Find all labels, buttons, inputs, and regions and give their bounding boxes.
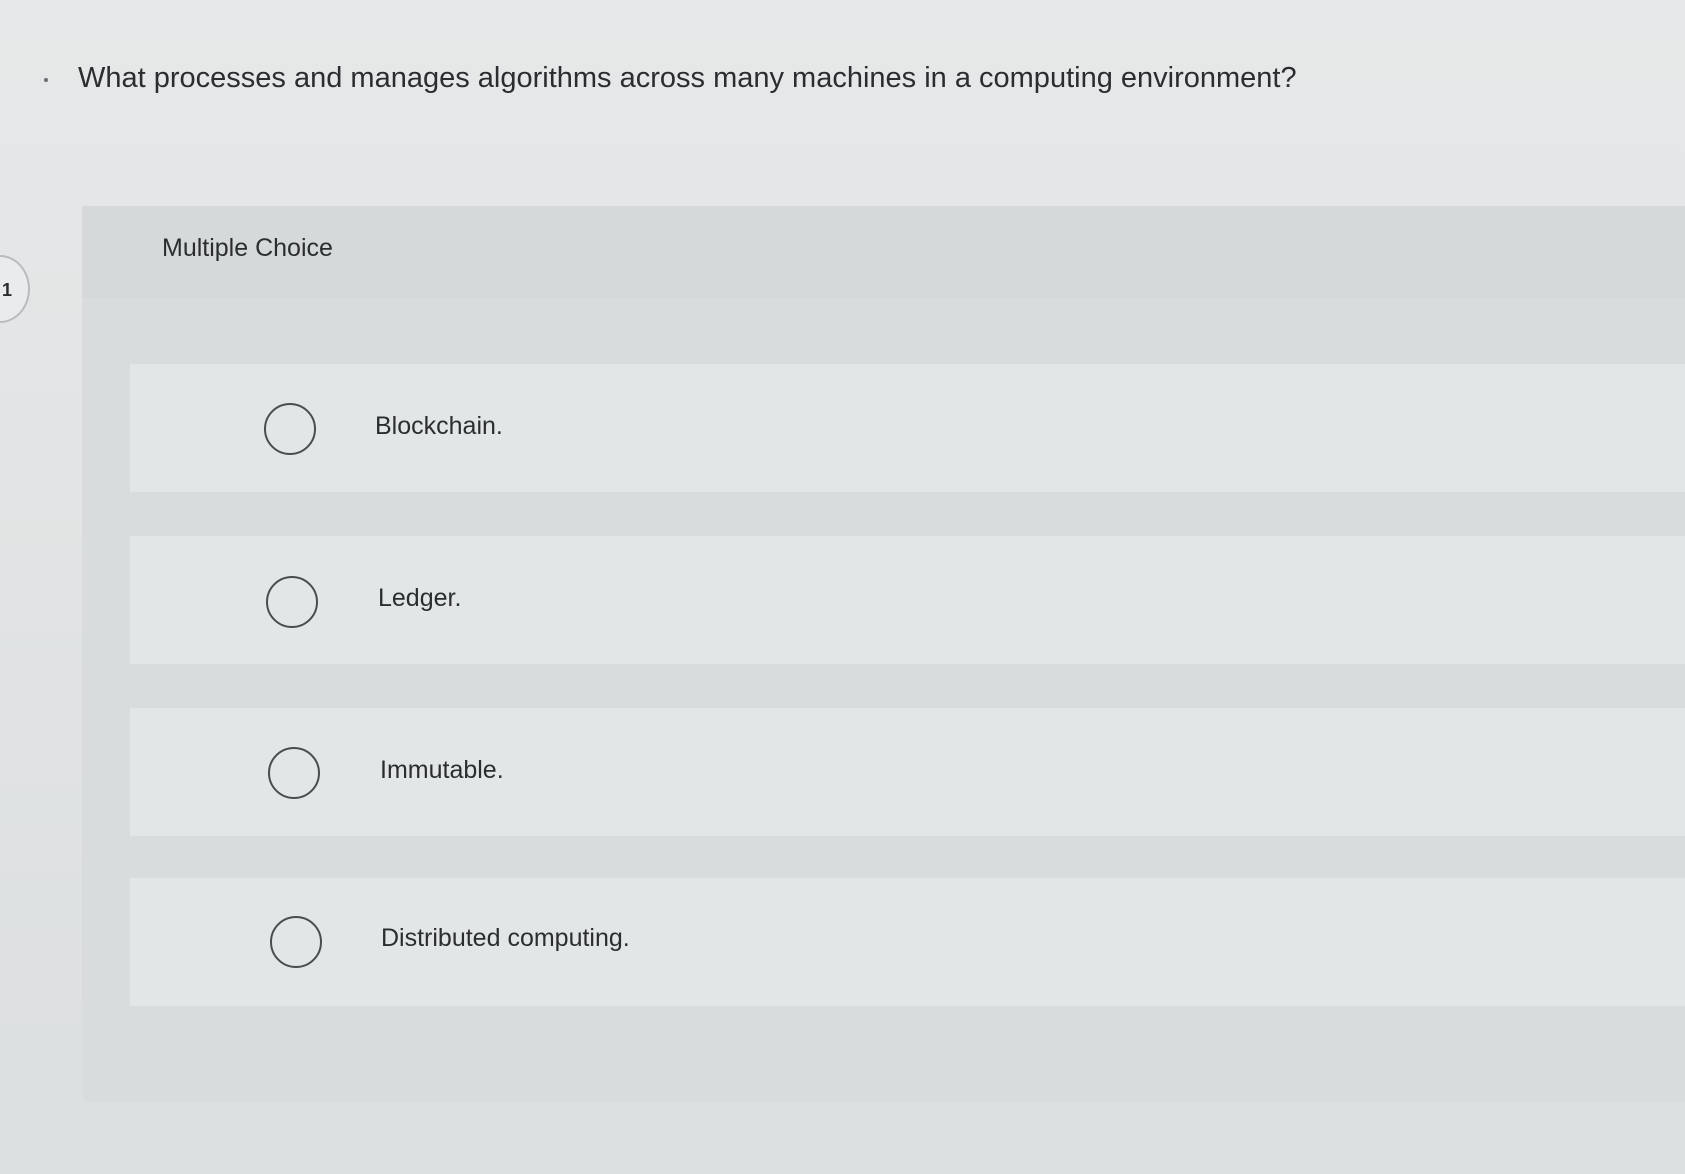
radio-button-blockchain[interactable] bbox=[264, 403, 316, 455]
option-label-immutable: Immutable. bbox=[380, 756, 504, 784]
option-row-distributed-computing[interactable]: Distributed computing. bbox=[130, 878, 1685, 1006]
panel-header: Multiple Choice bbox=[82, 206, 1685, 298]
option-label-blockchain: Blockchain. bbox=[375, 412, 503, 440]
option-row-blockchain[interactable]: Blockchain. bbox=[130, 364, 1685, 492]
radio-circle-icon bbox=[270, 916, 322, 968]
question-type-label: Multiple Choice bbox=[162, 234, 333, 262]
radio-button-immutable[interactable] bbox=[268, 747, 320, 799]
radio-circle-icon bbox=[268, 747, 320, 799]
option-row-immutable[interactable]: Immutable. bbox=[130, 708, 1685, 836]
radio-button-ledger[interactable] bbox=[266, 576, 318, 628]
option-label-ledger: Ledger. bbox=[378, 584, 462, 612]
question-bullet bbox=[44, 78, 48, 82]
question-number: 1 bbox=[2, 280, 13, 300]
answer-panel: Multiple Choice Blockchain. Ledger. Immu… bbox=[82, 206, 1685, 1102]
radio-button-distributed-computing[interactable] bbox=[270, 916, 322, 968]
option-row-ledger[interactable]: Ledger. bbox=[130, 536, 1685, 664]
option-label-distributed-computing: Distributed computing. bbox=[381, 924, 630, 952]
radio-circle-icon bbox=[264, 403, 316, 455]
radio-circle-icon bbox=[266, 576, 318, 628]
question-text: What processes and manages algorithms ac… bbox=[78, 62, 1297, 94]
